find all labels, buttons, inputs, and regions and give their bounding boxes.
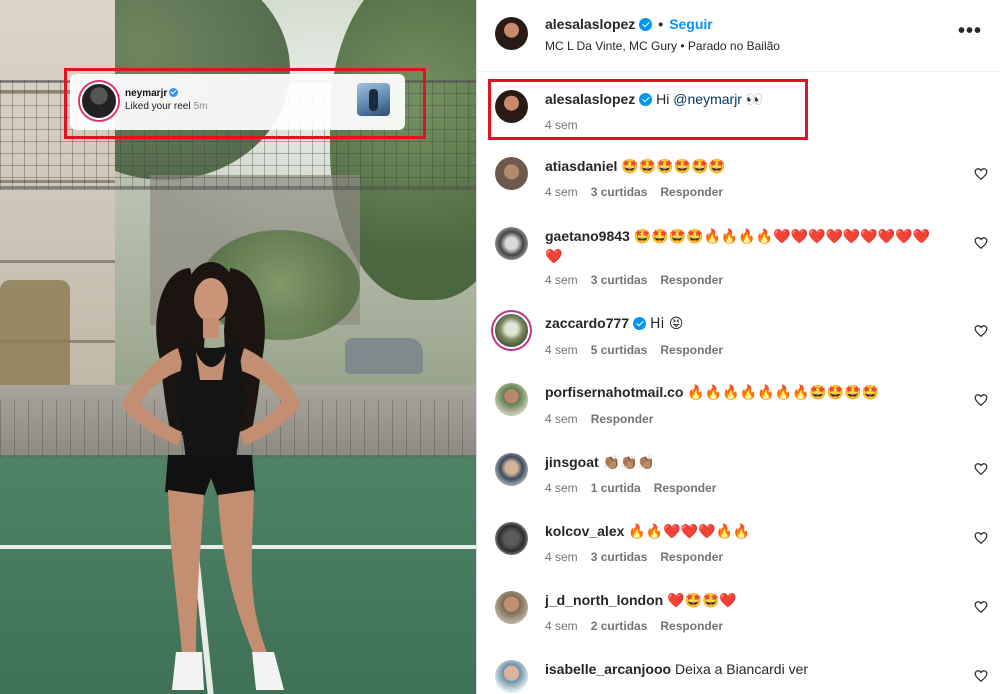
highlight-box-caption — [488, 79, 808, 140]
comment-meta: 4 sem 3 curtidas Responder — [545, 550, 723, 564]
commenter-username[interactable]: porfisernahotmail.co — [545, 383, 683, 402]
comment-body: 👏🏽👏🏽👏🏽 — [602, 455, 655, 471]
comment-item: porfisernahotmail.co 🔥🔥🔥🔥🔥🔥🔥🤩🤩🤩🤩 4 sem R… — [477, 383, 1000, 433]
commenter-avatar[interactable] — [495, 591, 528, 624]
follow-button[interactable]: Seguir — [669, 16, 713, 32]
commenter-avatar[interactable] — [495, 660, 528, 693]
comment-likes[interactable]: 5 curtidas — [591, 343, 648, 357]
author-line: alesalaslopez • Seguir — [545, 16, 713, 32]
heart-outline-icon[interactable] — [974, 167, 988, 181]
comment-time: 4 sem — [545, 185, 578, 199]
commenter-avatar[interactable] — [495, 522, 528, 555]
comment-text: j_d_north_london ❤️🤩🤩❤️ — [545, 591, 945, 611]
comment-text: gaetano9843 🤩🤩🤩🤩🔥🔥🔥🔥❤️❤️❤️❤️❤️❤️❤️❤️❤️❤️ — [545, 227, 945, 267]
comment-text: zaccardo777 Hi 😝 — [545, 314, 945, 334]
more-options-icon[interactable]: ••• — [958, 21, 982, 41]
comment-body: ❤️🤩🤩❤️ — [667, 593, 737, 609]
comment-likes[interactable]: 3 curtidas — [591, 550, 648, 564]
commenter-avatar[interactable] — [495, 227, 528, 260]
reply-button[interactable]: Responder — [660, 273, 723, 287]
comment-time: 4 sem — [545, 343, 578, 357]
heart-outline-icon[interactable] — [974, 531, 988, 545]
comment-item: j_d_north_london ❤️🤩🤩❤️ 4 sem 2 curtidas… — [477, 591, 1000, 641]
comment-text: atiasdaniel 🤩🤩🤩🤩🤩🤩 — [545, 157, 945, 177]
commenter-avatar[interactable] — [495, 453, 528, 486]
commenter-avatar[interactable] — [495, 157, 528, 190]
comment-likes[interactable]: 3 curtidas — [591, 185, 648, 199]
comment-body: Hi 😝 — [649, 316, 684, 332]
commenter-username[interactable]: j_d_north_london — [545, 591, 663, 610]
reply-button[interactable]: Responder — [660, 619, 723, 633]
comments-panel: alesalaslopez • Seguir MC L Da Vinte, MC… — [477, 0, 1000, 694]
comment-meta: 4 sem 2 curtidas Responder — [545, 619, 723, 633]
author-avatar[interactable] — [495, 17, 528, 50]
comment-time: 4 sem — [545, 273, 578, 287]
comment-likes[interactable]: 2 curtidas — [591, 619, 648, 633]
commenter-username[interactable]: atiasdaniel — [545, 157, 617, 176]
heart-outline-icon[interactable] — [974, 462, 988, 476]
commenter-username[interactable]: kolcov_alex — [545, 522, 624, 541]
comment-likes[interactable]: 1 curtida — [591, 481, 641, 495]
comment-time: 4 sem — [545, 619, 578, 633]
commenter-username[interactable]: gaetano9843 — [545, 227, 630, 246]
comment-body: 🔥🔥❤️❤️❤️🔥🔥 — [628, 524, 751, 540]
comment-likes[interactable]: 3 curtidas — [591, 273, 648, 287]
comment-text: jinsgoat 👏🏽👏🏽👏🏽 — [545, 453, 945, 473]
comment-meta: 4 sem 5 curtidas Responder — [545, 343, 723, 357]
reply-button[interactable]: Responder — [591, 412, 654, 426]
separator-dot: • — [658, 16, 664, 32]
commenter-username[interactable]: jinsgoat — [545, 453, 599, 472]
comment-item: gaetano9843 🤩🤩🤩🤩🔥🔥🔥🔥❤️❤️❤️❤️❤️❤️❤️❤️❤️❤️… — [477, 227, 1000, 293]
reply-button[interactable]: Responder — [660, 185, 723, 199]
commenter-avatar[interactable] — [495, 314, 528, 347]
comment-text: kolcov_alex 🔥🔥❤️❤️❤️🔥🔥 — [545, 522, 945, 542]
comment-body: 🤩🤩🤩🤩🤩🤩 — [621, 159, 726, 175]
heart-outline-icon[interactable] — [974, 669, 988, 683]
comment-item: kolcov_alex 🔥🔥❤️❤️❤️🔥🔥 4 sem 3 curtidas … — [477, 522, 1000, 572]
post-header: alesalaslopez • Seguir MC L Da Vinte, MC… — [477, 0, 1000, 72]
comment-body: 🔥🔥🔥🔥🔥🔥🔥🤩🤩🤩🤩 — [687, 385, 880, 401]
reply-button[interactable]: Responder — [654, 481, 717, 495]
audio-track[interactable]: MC L Da Vinte, MC Gury • Parado no Bailã… — [545, 39, 780, 53]
comment-meta: 4 sem 1 curtida Responder — [545, 481, 716, 495]
heart-outline-icon[interactable] — [974, 324, 988, 338]
comment-item: atiasdaniel 🤩🤩🤩🤩🤩🤩 4 sem 3 curtidas Resp… — [477, 157, 1000, 207]
comment-meta: 4 sem Responder — [545, 412, 653, 426]
heart-outline-icon[interactable] — [974, 393, 988, 407]
comment-body: Deixa a Biancardi ver — [674, 661, 809, 677]
heart-outline-icon[interactable] — [974, 236, 988, 250]
comment-item: zaccardo777 Hi 😝 4 sem 5 curtidas Respon… — [477, 314, 1000, 364]
comment-item: jinsgoat 👏🏽👏🏽👏🏽 4 sem 1 curtida Responde… — [477, 453, 1000, 503]
comment-time: 4 sem — [545, 412, 578, 426]
commenter-username[interactable]: zaccardo777 — [545, 314, 629, 333]
author-username[interactable]: alesalaslopez — [545, 16, 635, 32]
highlight-box-notification — [64, 68, 426, 139]
reply-button[interactable]: Responder — [660, 550, 723, 564]
comment-meta: 4 sem 3 curtidas Responder — [545, 185, 723, 199]
comment-item: isabelle_arcanjooo Deixa a Biancardi ver — [477, 660, 1000, 694]
comment-time: 4 sem — [545, 550, 578, 564]
verified-badge-icon — [633, 317, 647, 330]
verified-badge-icon — [639, 17, 653, 31]
comment-meta: 4 sem 3 curtidas Responder — [545, 273, 723, 287]
heart-outline-icon[interactable] — [974, 600, 988, 614]
comment-text: isabelle_arcanjooo Deixa a Biancardi ver — [545, 660, 945, 679]
comment-time: 4 sem — [545, 481, 578, 495]
commenter-username[interactable]: isabelle_arcanjooo — [545, 660, 671, 679]
reply-button[interactable]: Responder — [660, 343, 723, 357]
commenter-avatar[interactable] — [495, 383, 528, 416]
comment-text: porfisernahotmail.co 🔥🔥🔥🔥🔥🔥🔥🤩🤩🤩🤩 — [545, 383, 945, 403]
